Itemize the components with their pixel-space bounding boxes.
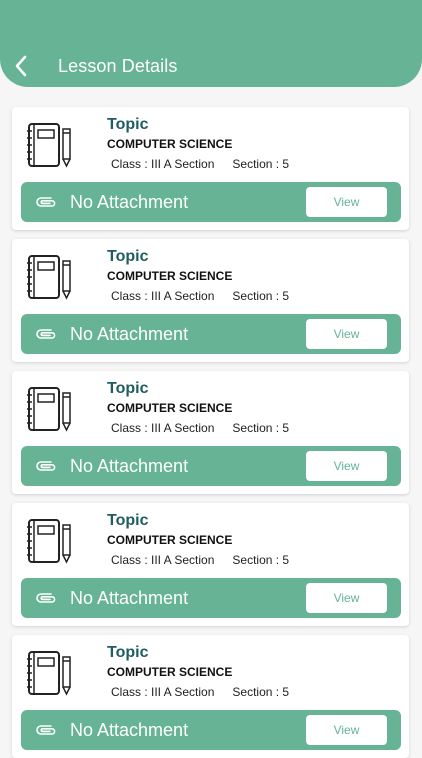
lesson-topic: Topic — [107, 116, 149, 133]
lesson-section: Section : 5 — [232, 157, 290, 171]
lesson-class-info: Class : III A Section Section : 5 — [111, 157, 289, 171]
lesson-class: Class : III A Section — [111, 685, 215, 699]
paperclip-icon — [36, 197, 56, 207]
paperclip-icon — [36, 329, 56, 339]
view-button[interactable]: View — [306, 187, 387, 217]
attachment-status: No Attachment — [70, 324, 189, 344]
notebook-pencil-icon — [27, 519, 71, 564]
notebook-pencil-icon — [27, 651, 71, 696]
lesson-card: Topic COMPUTER SCIENCE Class : III A Sec… — [12, 635, 409, 758]
lesson-class-info: Class : III A Section Section : 5 — [111, 553, 289, 567]
back-button[interactable] — [8, 52, 34, 80]
notebook-pencil-icon — [27, 255, 71, 300]
app-header: Lesson Details — [0, 0, 422, 87]
attachment-bar: No Attachment View — [21, 710, 401, 750]
notebook-pencil-icon — [27, 387, 71, 432]
lesson-card: Topic COMPUTER SCIENCE Class : III A Sec… — [12, 503, 409, 626]
lesson-card: Topic COMPUTER SCIENCE Class : III A Sec… — [12, 239, 409, 362]
view-button[interactable]: View — [306, 319, 387, 349]
lesson-subject: COMPUTER SCIENCE — [107, 401, 233, 415]
attachment-bar: No Attachment View — [21, 182, 401, 222]
lesson-class: Class : III A Section — [111, 289, 215, 303]
attachment-bar: No Attachment View — [21, 578, 401, 618]
lesson-subject: COMPUTER SCIENCE — [107, 269, 233, 283]
lesson-card: Topic COMPUTER SCIENCE Class : III A Sec… — [12, 107, 409, 230]
lesson-class-info: Class : III A Section Section : 5 — [111, 685, 289, 699]
lesson-topic: Topic — [107, 644, 149, 661]
attachment-bar: No Attachment View — [21, 314, 401, 354]
lesson-topic: Topic — [107, 248, 149, 265]
lesson-topic: Topic — [107, 380, 149, 397]
attachment-status: No Attachment — [70, 456, 189, 476]
attachment-status: No Attachment — [70, 720, 189, 740]
chevron-left-icon — [15, 55, 27, 77]
lesson-section: Section : 5 — [232, 685, 290, 699]
attachment-status: No Attachment — [70, 588, 189, 608]
lesson-subject: COMPUTER SCIENCE — [107, 533, 233, 547]
view-button[interactable]: View — [306, 583, 387, 613]
page-title: Lesson Details — [58, 56, 178, 76]
lesson-class: Class : III A Section — [111, 421, 215, 435]
view-button[interactable]: View — [306, 451, 387, 481]
attachment-bar: No Attachment View — [21, 446, 401, 486]
lesson-class-info: Class : III A Section Section : 5 — [111, 421, 289, 435]
lesson-subject: COMPUTER SCIENCE — [107, 137, 233, 151]
lesson-class-info: Class : III A Section Section : 5 — [111, 289, 289, 303]
attachment-status: No Attachment — [70, 192, 189, 212]
paperclip-icon — [36, 725, 56, 735]
notebook-pencil-icon — [27, 123, 71, 168]
lesson-class: Class : III A Section — [111, 553, 215, 567]
lesson-class: Class : III A Section — [111, 157, 215, 171]
lesson-section: Section : 5 — [232, 421, 290, 435]
view-button[interactable]: View — [306, 715, 387, 745]
lesson-subject: COMPUTER SCIENCE — [107, 665, 233, 679]
lesson-section: Section : 5 — [232, 289, 290, 303]
paperclip-icon — [36, 593, 56, 603]
lesson-topic: Topic — [107, 512, 149, 529]
paperclip-icon — [36, 461, 56, 471]
lesson-card: Topic COMPUTER SCIENCE Class : III A Sec… — [12, 371, 409, 494]
lesson-section: Section : 5 — [232, 553, 290, 567]
